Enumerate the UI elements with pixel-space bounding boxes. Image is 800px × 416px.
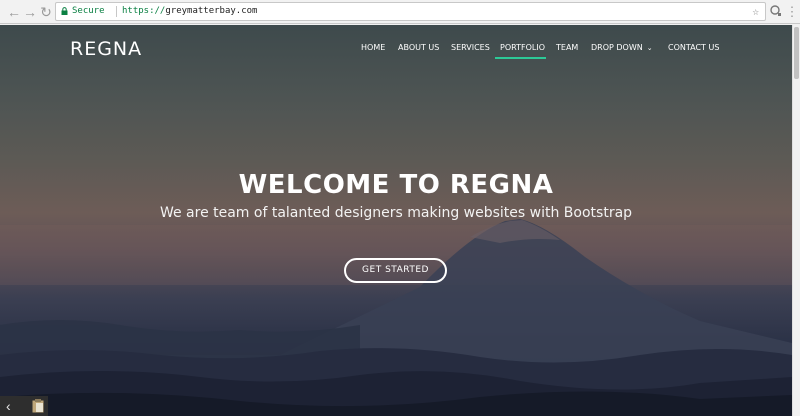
site-logo[interactable]: REGNA [70,38,142,60]
url-text[interactable]: https://greymatterbay.com [122,3,257,20]
url-protocol: https:// [122,6,166,16]
scrollbar-thumb[interactable] [794,27,799,79]
lock-icon [61,7,68,15]
get-started-button[interactable]: GET STARTED [344,258,447,283]
nav-contact-us[interactable]: CONTACT US [668,42,719,58]
omnibox-divider [116,6,117,17]
nav-team[interactable]: TEAM [556,42,578,58]
secure-label: Secure [72,6,105,16]
hero-subtitle: We are team of talanted designers making… [159,205,633,221]
url-host: greymatterbay.com [165,6,258,16]
page-scrollbar[interactable] [792,25,800,416]
nav-home[interactable]: HOME [361,42,385,58]
nav-about-us[interactable]: ABOUT US [398,42,439,58]
browser-toolbar: ← → ↻ Secure https://greymatterbay.com ☆… [0,0,800,24]
clipboard-icon[interactable] [32,399,44,413]
chevron-left-icon[interactable]: ‹ [6,397,11,415]
nav-services[interactable]: SERVICES [451,42,490,58]
bookmark-star-icon[interactable]: ☆ [752,3,759,20]
extension-icon[interactable] [769,4,783,18]
nav-portfolio[interactable]: PORTFOLIO [500,42,545,58]
nav-drop-down[interactable]: DROP DOWN ⌄ [591,42,653,58]
chevron-down-icon: ⌄ [646,44,653,52]
menu-dots-icon[interactable]: ⋮ [783,3,800,21]
hero-section: REGNA HOME ABOUT US SERVICES PORTFOLIO T… [0,25,792,416]
address-bar[interactable]: Secure https://greymatterbay.com ☆ [55,2,766,21]
hero-title: WELCOME TO REGNA [238,170,554,200]
nav-drop-down-label: DROP DOWN [591,43,643,52]
bottom-dock: ‹ [0,396,48,416]
reload-icon[interactable]: ↻ [37,3,55,21]
active-nav-indicator [495,57,546,59]
